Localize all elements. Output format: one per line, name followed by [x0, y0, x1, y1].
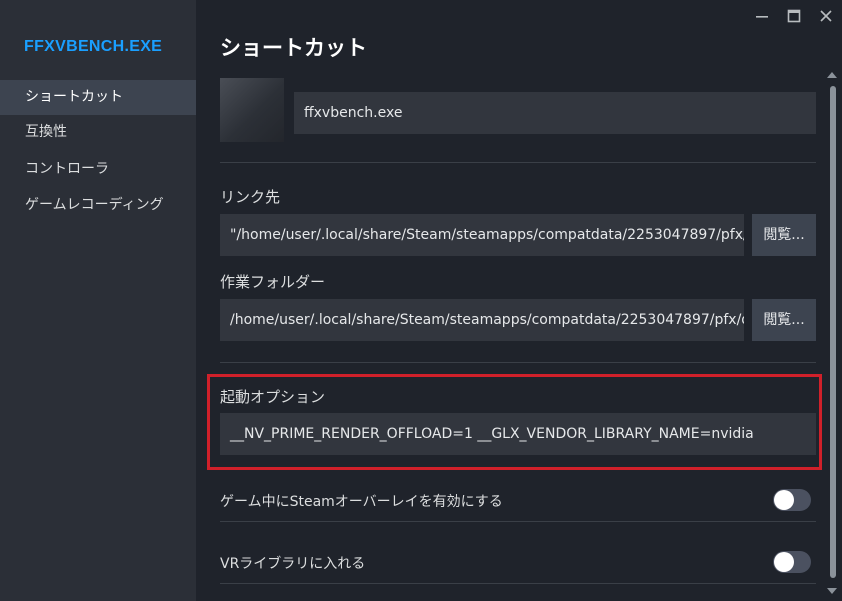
- divider: [220, 583, 816, 584]
- properties-window: FFXVBENCH.EXE ショートカット 互換性 コントローラ ゲームレコーデ…: [0, 0, 842, 601]
- target-label: リンク先: [220, 188, 281, 206]
- sidebar: FFXVBENCH.EXE ショートカット 互換性 コントローラ ゲームレコーデ…: [0, 0, 196, 601]
- target-browse-button[interactable]: 閲覧...: [752, 214, 816, 256]
- start-in-input[interactable]: /home/user/.local/share/Steam/steamapps/…: [220, 299, 744, 341]
- minimize-icon[interactable]: [754, 8, 770, 24]
- scrollbar-thumb[interactable]: [830, 86, 836, 578]
- scroll-up-arrow-icon[interactable]: [827, 72, 837, 78]
- target-input[interactable]: "/home/user/.local/share/Steam/steamapps…: [220, 214, 744, 256]
- sidebar-item-shortcut[interactable]: ショートカット: [0, 80, 196, 115]
- close-icon[interactable]: [818, 8, 834, 24]
- sidebar-item-game-recording[interactable]: ゲームレコーディング: [0, 188, 196, 223]
- vr-toggle[interactable]: [773, 551, 811, 573]
- divider: [220, 162, 816, 163]
- toggle-knob: [774, 490, 794, 510]
- sidebar-item-controller[interactable]: コントローラ: [0, 152, 196, 187]
- sidebar-item-compatibility[interactable]: 互換性: [0, 115, 196, 150]
- toggle-knob: [774, 552, 794, 572]
- divider: [220, 362, 816, 363]
- overlay-toggle-label: ゲーム中にSteamオーバーレイを有効にする: [220, 494, 503, 510]
- highlight-box: [207, 374, 822, 470]
- app-title: FFXVBENCH.EXE: [24, 38, 163, 55]
- page-title: ショートカット: [220, 36, 367, 60]
- start-in-browse-button[interactable]: 閲覧...: [752, 299, 816, 341]
- maximize-icon[interactable]: [786, 8, 802, 24]
- shortcut-name-input[interactable]: ffxvbench.exe: [294, 92, 816, 134]
- start-in-label: 作業フォルダー: [220, 273, 326, 291]
- scrollbar[interactable]: [830, 82, 836, 592]
- divider: [220, 521, 816, 522]
- vr-toggle-label: VRライブラリに入れる: [220, 556, 366, 572]
- scroll-down-arrow-icon[interactable]: [827, 588, 837, 594]
- overlay-toggle[interactable]: [773, 489, 811, 511]
- shortcut-icon-image[interactable]: [220, 78, 284, 142]
